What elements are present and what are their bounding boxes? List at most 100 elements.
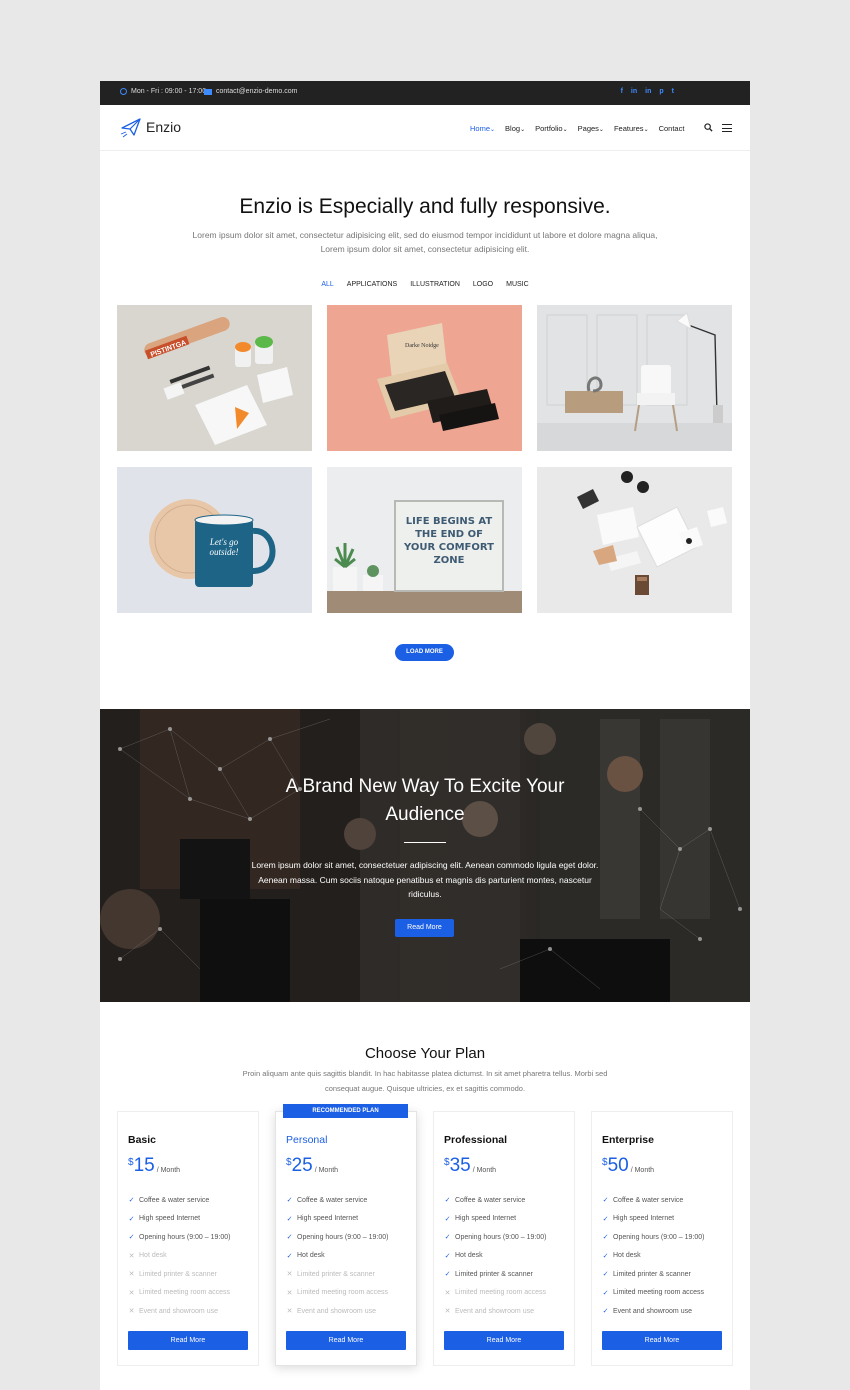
feature-label: Hot desk [139,1252,167,1260]
portfolio-grid: PISTINTGA Darke Noidge Let's go outside!… [117,305,732,613]
portfolio-item-mug[interactable]: Let's go outside! [117,467,312,613]
brand-name: Enzio [146,119,182,135]
cross-icon: ✕ [286,1271,293,1279]
cross-icon: ✕ [444,1289,451,1297]
feature-label: Hot desk [613,1252,641,1260]
feature-item: ✓ Coffee & water service [444,1191,546,1210]
filter-logo[interactable]: LOGO [473,281,493,288]
cross-icon: ✕ [128,1271,135,1279]
price-amount: 35 [449,1155,471,1176]
nav-item-home[interactable]: Home⌄ [470,124,495,133]
filter-music[interactable]: MUSIC [506,281,529,288]
pricing-card-enterprise: Enterprise $50/ Month ✓ Coffee & water serv… [591,1111,733,1366]
plan-read-more-button[interactable]: Read More [286,1331,406,1350]
feature-label: Coffee & water service [139,1196,210,1204]
feature-label: High speed Internet [297,1215,359,1223]
portfolio-item-chair-room[interactable] [537,305,732,451]
plan-read-more-button[interactable]: Read More [444,1331,564,1350]
pinterest-icon[interactable]: p [659,88,663,96]
check-icon: ✓ [444,1252,451,1260]
linkedin-icon[interactable]: in [645,88,651,96]
portfolio-item-stationery[interactable]: PISTINTGA [117,305,312,451]
portfolio-item-brand-kit[interactable] [537,467,732,613]
feature-item: ✓ High speed Internet [602,1210,704,1229]
facebook-icon[interactable]: f [621,88,623,96]
nav-item-blog[interactable]: Blog⌄ [505,124,525,133]
feature-item: ✕ Limited printer & scanner [286,1265,388,1284]
email-text[interactable]: contact@enzio-demo.com [216,88,297,95]
hero-title: A Brand New Way To Excite Your Audience [285,776,565,825]
feature-label: Coffee & water service [613,1196,684,1204]
feature-item: ✕ Hot desk [128,1247,230,1266]
load-more-button[interactable]: LOAD MORE [395,644,454,661]
cross-icon: ✕ [128,1252,135,1260]
flickr-icon[interactable]: in [631,88,637,96]
feature-item: ✓ Coffee & water service [602,1191,704,1210]
feature-item: ✓ Opening hours (9:00 – 19:00) [444,1228,547,1247]
check-icon: ✓ [286,1234,293,1242]
portfolio-item-life-sign[interactable]: LIFE BEGINS AT THE END OF YOUR COMFORT Z… [327,467,522,613]
feature-item: ✕ Limited printer & scanner [128,1265,230,1284]
search-icon[interactable] [704,123,713,132]
feature-item: ✓ Opening hours (9:00 – 19:00) [128,1228,231,1247]
nav-item-contact[interactable]: Contact [659,124,685,133]
feature-item: ✓ High speed Internet [286,1210,388,1229]
hero-read-more-button[interactable]: Read More [395,919,454,937]
check-icon: ✓ [286,1252,293,1260]
feature-label: Limited meeting room access [139,1289,231,1297]
feature-item: ✕ Limited meeting room access [444,1284,546,1303]
plan-read-more-button[interactable]: Read More [602,1331,722,1350]
filter-all[interactable]: ALL [321,281,333,288]
feature-item: ✓ Limited printer & scanner [444,1265,546,1284]
hours-info: Mon - Fri : 09:00 - 17:00 [120,88,206,95]
portfolio-item-business-cards[interactable]: Darke Noidge [327,305,522,451]
check-icon: ✓ [602,1234,609,1242]
top-bar: Mon - Fri : 09:00 - 17:00 contact@enzio-… [100,81,750,105]
hero-background-image [100,709,750,1002]
life-begins-sign-image: LIFE BEGINS AT THE END OF YOUR COMFORT Z… [327,467,522,613]
plan-name: Enterprise [602,1134,654,1146]
feature-label: Limited printer & scanner [139,1270,217,1278]
feature-item: ✓ Limited printer & scanner [602,1265,704,1284]
feature-item: ✕ Limited meeting room access [286,1284,388,1303]
hero-section: A Brand New Way To Excite Your Audience … [100,709,750,1002]
twitter-icon[interactable]: t [672,88,674,96]
nav-item-portfolio[interactable]: Portfolio⌄ [535,124,568,133]
feature-item: ✕ Event and showroom use [128,1302,230,1321]
filter-applications[interactable]: APPLICATIONS [347,281,397,288]
nav-item-pages[interactable]: Pages⌄ [578,124,604,133]
logo[interactable]: Enzio [120,116,181,138]
clock-icon [120,88,127,95]
check-icon: ✓ [444,1271,451,1279]
feature-label: Opening hours (9:00 – 19:00) [139,1233,231,1241]
filter-illustration[interactable]: ILLUSTRATION [410,281,460,288]
enamel-mug-image: Let's go outside! [117,467,312,613]
feature-label: High speed Internet [613,1215,675,1223]
feature-label: High speed Internet [139,1215,201,1223]
check-icon: ✓ [444,1215,451,1223]
stationery-mockup-image: PISTINTGA [117,305,312,451]
cross-icon: ✕ [286,1308,293,1316]
feature-list: ✓ Coffee & water service ✓ High speed Inter… [286,1191,389,1321]
plan-read-more-button[interactable]: Read More [128,1331,248,1350]
hamburger-menu-icon[interactable] [722,124,732,135]
hours-text: Mon - Fri : 09:00 - 17:00 [131,88,207,95]
main-nav: Enzio Home⌄ Blog⌄ Portfolio⌄ Pages⌄ Feat… [100,105,750,151]
feature-label: Limited printer & scanner [455,1270,533,1278]
feature-item: ✓ Opening hours (9:00 – 19:00) [286,1228,389,1247]
feature-item: ✕ Event and showroom use [444,1302,546,1321]
check-icon: ✓ [602,1252,609,1260]
check-icon: ✓ [444,1197,451,1205]
feature-label: Event and showroom use [139,1307,218,1315]
feature-label: Event and showroom use [297,1307,376,1315]
feature-item: ✓ High speed Internet [444,1210,546,1229]
cross-icon: ✕ [286,1289,293,1297]
nav-item-features[interactable]: Features⌄ [614,124,649,133]
page: Mon - Fri : 09:00 - 17:00 contact@enzio-… [100,81,750,1390]
check-icon: ✓ [128,1215,135,1223]
price-amount: 15 [133,1155,155,1176]
cross-icon: ✕ [128,1308,135,1316]
business-cards-image: Darke Noidge [327,305,522,451]
email-info[interactable]: contact@enzio-demo.com [204,88,297,95]
feature-label: Limited meeting room access [613,1289,705,1297]
